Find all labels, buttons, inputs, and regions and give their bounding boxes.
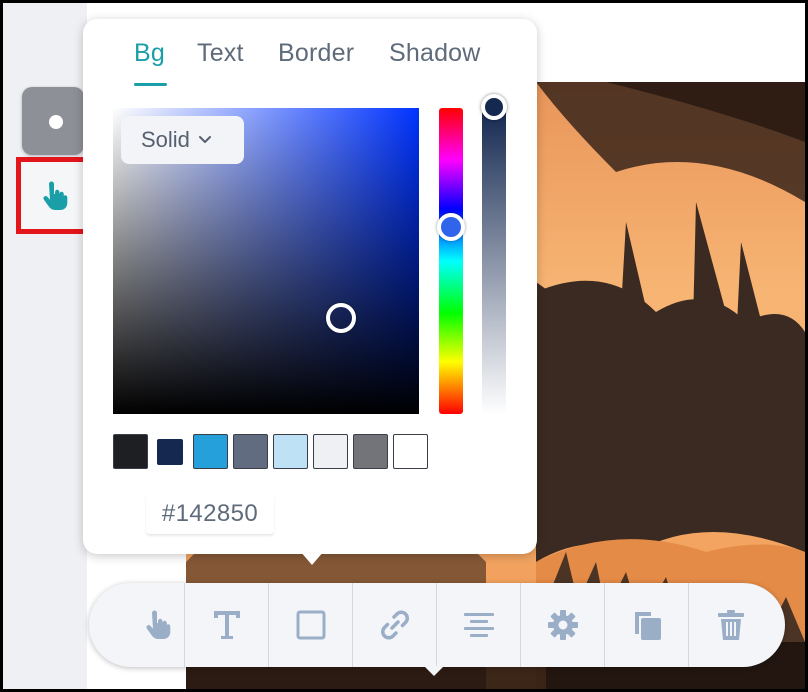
tab-bg[interactable]: Bg [134,39,165,68]
saturation-value-handle[interactable] [326,303,356,333]
tab-border[interactable]: Border [278,39,354,68]
element-toolbar [89,583,785,667]
duplicate-tool-button[interactable] [605,583,689,667]
active-tab-indicator [134,83,167,86]
swatch[interactable] [193,434,228,469]
link-tool-button[interactable] [353,583,437,667]
chevron-down-icon [198,136,211,143]
copy-icon [635,612,661,640]
swatch[interactable] [233,434,268,469]
opacity-slider-handle[interactable] [481,94,507,120]
swatch[interactable] [313,434,348,469]
color-picker-popover: Bg Text Border Shadow Solid #142850 [83,19,537,554]
opacity-slider[interactable] [482,108,506,414]
link-icon [381,610,409,640]
popover-pointer [300,551,324,565]
swatch[interactable] [393,434,428,469]
circle-dot-icon [49,115,63,129]
text-tool-button[interactable] [185,583,269,667]
hue-slider[interactable] [439,108,463,414]
align-tool-button[interactable] [437,583,521,667]
hand-pointer-icon [43,181,68,210]
gear-icon [548,610,578,640]
shape-tool-button[interactable] [269,583,353,667]
color-settings-button[interactable] [22,87,84,155]
trash-icon [718,610,744,640]
interaction-button[interactable] [16,157,92,234]
swatch[interactable] [157,439,183,465]
tab-shadow[interactable]: Shadow [389,39,481,68]
fill-type-dropdown[interactable]: Solid [121,116,244,164]
color-target-tabs: Bg Text Border Shadow [83,39,537,89]
delete-tool-button[interactable] [689,583,773,667]
align-center-icon [464,613,494,637]
square-icon [296,610,326,640]
preset-swatches [113,434,433,470]
tab-text[interactable]: Text [197,39,244,68]
toolbar-pointer [424,666,444,676]
hue-slider-handle[interactable] [437,213,465,241]
swatch[interactable] [353,434,388,469]
fill-type-label: Solid [141,127,190,152]
swatch[interactable] [113,434,148,469]
settings-tool-button[interactable] [521,583,605,667]
swatch[interactable] [273,434,308,469]
text-icon [214,611,240,639]
hex-color-input[interactable]: #142850 [146,493,274,535]
hand-pointer-icon [146,610,171,639]
